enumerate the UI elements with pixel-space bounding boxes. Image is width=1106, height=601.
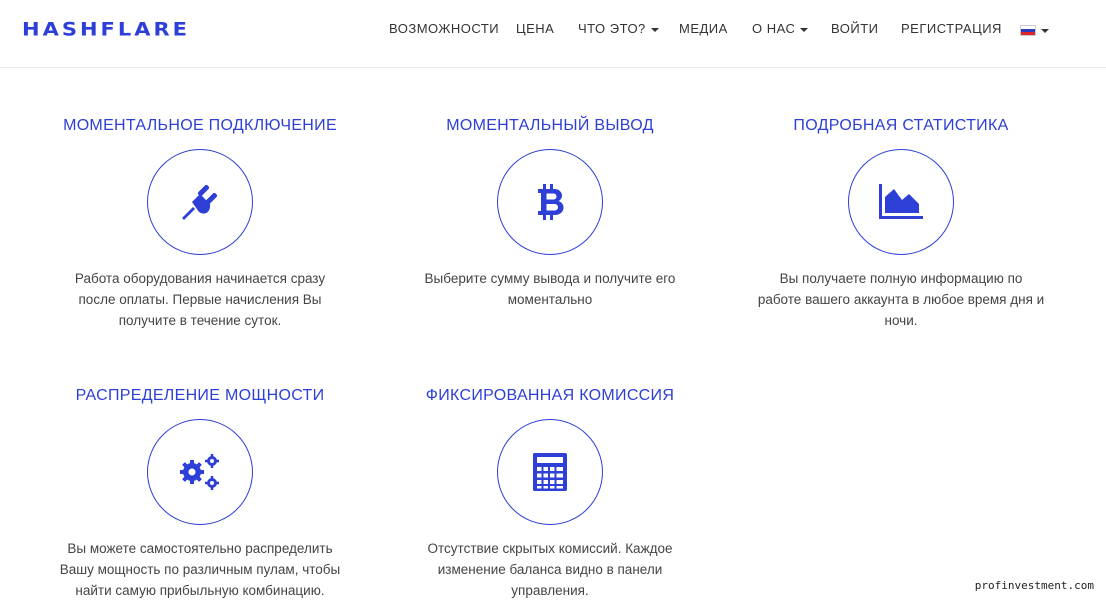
caret-down-icon — [800, 27, 809, 32]
nav-login[interactable]: ВОЙТИ — [831, 21, 878, 36]
feature-title: ФИКСИРОВАННАЯ КОМИССИЯ — [425, 387, 675, 404]
feature-icon-circle — [497, 419, 603, 525]
feature-description: Вы можете самостоятельно распределить Ва… — [59, 541, 341, 598]
feature-icon-circle — [147, 149, 253, 255]
feature-instant-withdrawal: МОМЕНТАЛЬНЫЙ ВЫВОД Выберите сумму вывода… — [390, 116, 710, 310]
feature-instant-connection: МОМЕНТАЛЬНОЕ ПОДКЛЮЧЕНИЕ Работа оборудов… — [40, 116, 360, 331]
feature-description: Работа оборудования начинается сразу пос… — [74, 271, 326, 328]
gears-icon — [180, 454, 219, 490]
bitcoin-icon — [538, 184, 564, 220]
hashflare-logo[interactable]: HASHFLARE — [22, 18, 190, 40]
watermark: profinvestment.com — [974, 579, 1094, 592]
nav-media[interactable]: МЕДИА — [679, 21, 728, 36]
language-selector[interactable] — [1020, 22, 1049, 37]
plug-icon — [182, 184, 218, 220]
feature-description: Выберите сумму вывода и получите его мом… — [424, 271, 676, 307]
nav-about[interactable]: О НАС — [752, 21, 809, 36]
caret-down-icon — [650, 27, 659, 32]
feature-icon-circle — [848, 149, 954, 255]
feature-title: МОМЕНТАЛЬНЫЙ ВЫВОД — [446, 117, 654, 134]
feature-title: МОМЕНТАЛЬНОЕ ПОДКЛЮЧЕНИЕ — [63, 117, 337, 134]
feature-description: Вы получаете полную информацию по работе… — [757, 271, 1045, 328]
nav-price[interactable]: ЦЕНА — [516, 21, 554, 36]
calculator-icon — [533, 453, 567, 491]
feature-power-distribution: РАСПРЕДЕЛЕНИЕ МОЩНОСТИ Вы можете самосто… — [40, 386, 360, 601]
nav-what-is-it[interactable]: ЧТО ЭТО? — [578, 21, 659, 36]
feature-detailed-statistics: ПОДРОБНАЯ СТАТИСТИКА Вы получаете полную… — [741, 116, 1061, 331]
area-chart-icon — [879, 184, 923, 219]
feature-title: ПОДРОБНАЯ СТАТИСТИКА — [793, 117, 1009, 134]
russia-flag-icon — [1020, 25, 1036, 37]
feature-description: Отсутствие скрытых комиссий. Каждое изме… — [427, 541, 673, 598]
top-navbar: HASHFLARE ВОЗМОЖНОСТИ ЦЕНА ЧТО ЭТО? МЕДИ… — [0, 0, 1106, 68]
caret-down-icon — [1041, 28, 1049, 33]
feature-title: РАСПРЕДЕЛЕНИЕ МОЩНОСТИ — [75, 387, 325, 404]
nav-register[interactable]: РЕГИСТРАЦИЯ — [901, 21, 1002, 36]
feature-fixed-fee: ФИКСИРОВАННАЯ КОМИССИЯ Отсутствие скрыты… — [390, 386, 710, 601]
nav-features[interactable]: ВОЗМОЖНОСТИ — [389, 21, 499, 36]
feature-icon-circle — [147, 419, 253, 525]
feature-icon-circle — [497, 149, 603, 255]
